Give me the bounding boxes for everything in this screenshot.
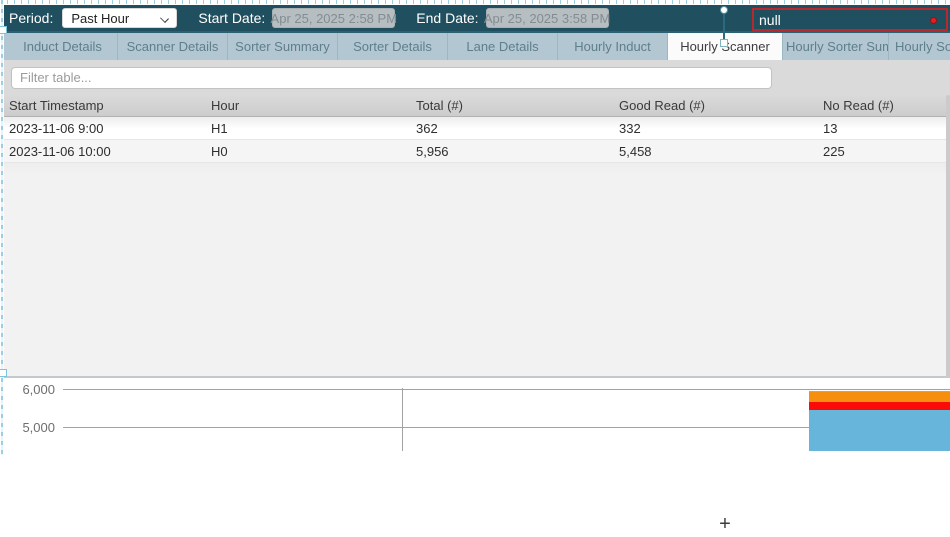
- vertical-scrollbar[interactable]: [946, 95, 950, 378]
- null-error-text: null: [759, 12, 781, 28]
- cell-no-read: 225: [818, 144, 950, 159]
- filter-table-input[interactable]: [11, 67, 772, 89]
- cell-good-read: 5,458: [614, 144, 818, 159]
- col-good-read[interactable]: Good Read (#): [614, 98, 818, 113]
- tab-bar: Induct Details Scanner Details Sorter Su…: [4, 33, 950, 60]
- resize-handle-bottom[interactable]: [0, 369, 7, 377]
- start-date-label: Start Date:: [198, 10, 265, 26]
- table-row[interactable]: 2023-11-06 10:00 H0 5,956 5,458 225: [4, 140, 950, 163]
- null-error-widget[interactable]: null: [752, 8, 948, 31]
- filter-bar: [4, 60, 950, 95]
- ruler-left: [0, 0, 4, 455]
- cell-start-timestamp: 2023-11-06 9:00: [4, 121, 206, 136]
- tab-sorter-summary[interactable]: Sorter Summary: [228, 33, 338, 60]
- bar-segment-orange: [809, 392, 950, 401]
- end-date-label: End Date:: [416, 10, 478, 26]
- bar-segment-blue: [809, 410, 950, 451]
- error-dot-icon: [930, 17, 937, 24]
- period-label: Period:: [9, 10, 53, 26]
- table-panel-body: +: [4, 163, 950, 376]
- chevron-down-icon: [160, 14, 169, 23]
- stacked-bar: [809, 378, 950, 451]
- tab-hourly-induct[interactable]: Hourly Induct: [558, 33, 668, 60]
- selection-line: [723, 9, 725, 43]
- period-select[interactable]: Past Hour: [62, 8, 177, 28]
- bar-segment-red: [809, 402, 950, 411]
- tab-hourly-sorter-summary[interactable]: Hourly Sorter Summar: [783, 33, 889, 60]
- col-hour[interactable]: Hour: [206, 98, 411, 113]
- resize-handle-top[interactable]: [0, 26, 7, 34]
- ruler-top: [0, 0, 950, 5]
- cell-hour: H1: [206, 121, 411, 136]
- col-no-read[interactable]: No Read (#): [818, 98, 950, 113]
- col-start-timestamp[interactable]: Start Timestamp: [4, 98, 206, 113]
- tab-lane-details[interactable]: Lane Details: [448, 33, 558, 60]
- cell-start-timestamp: 2023-11-06 10:00: [4, 144, 206, 159]
- selection-handle-square[interactable]: [720, 39, 728, 47]
- end-date-input[interactable]: Apr 25, 2025 3:58 PM: [486, 8, 609, 28]
- y-tick-label: 6,000: [4, 382, 55, 397]
- col-total[interactable]: Total (#): [411, 98, 614, 113]
- cell-good-read: 332: [614, 121, 818, 136]
- table-header: Start Timestamp Hour Total (#) Good Read…: [4, 95, 950, 117]
- tab-sorter-details[interactable]: Sorter Details: [338, 33, 448, 60]
- period-select-value: Past Hour: [71, 11, 129, 26]
- tab-hourly-sorter[interactable]: Hourly Sort: [889, 33, 950, 60]
- y-tick-label: 5,000: [4, 420, 55, 435]
- tab-induct-details[interactable]: Induct Details: [8, 33, 118, 60]
- hourly-scanner-chart: 6,000 5,000: [4, 378, 950, 451]
- toolbar: Period: Past Hour Start Date: Apr 25, 20…: [4, 5, 950, 33]
- gridline-vertical: [402, 388, 403, 451]
- cell-hour: H0: [206, 144, 411, 159]
- tab-scanner-details[interactable]: Scanner Details: [118, 33, 228, 60]
- cell-total: 362: [411, 121, 614, 136]
- cell-no-read: 13: [818, 121, 950, 136]
- cell-total: 5,956: [411, 144, 614, 159]
- app-window: Period: Past Hour Start Date: Apr 25, 20…: [4, 5, 950, 455]
- start-date-input[interactable]: Apr 25, 2025 2:58 PM: [272, 8, 395, 28]
- add-button[interactable]: +: [713, 513, 737, 537]
- table-row[interactable]: 2023-11-06 9:00 H1 362 332 13: [4, 117, 950, 140]
- selection-handle-circle[interactable]: [720, 6, 728, 14]
